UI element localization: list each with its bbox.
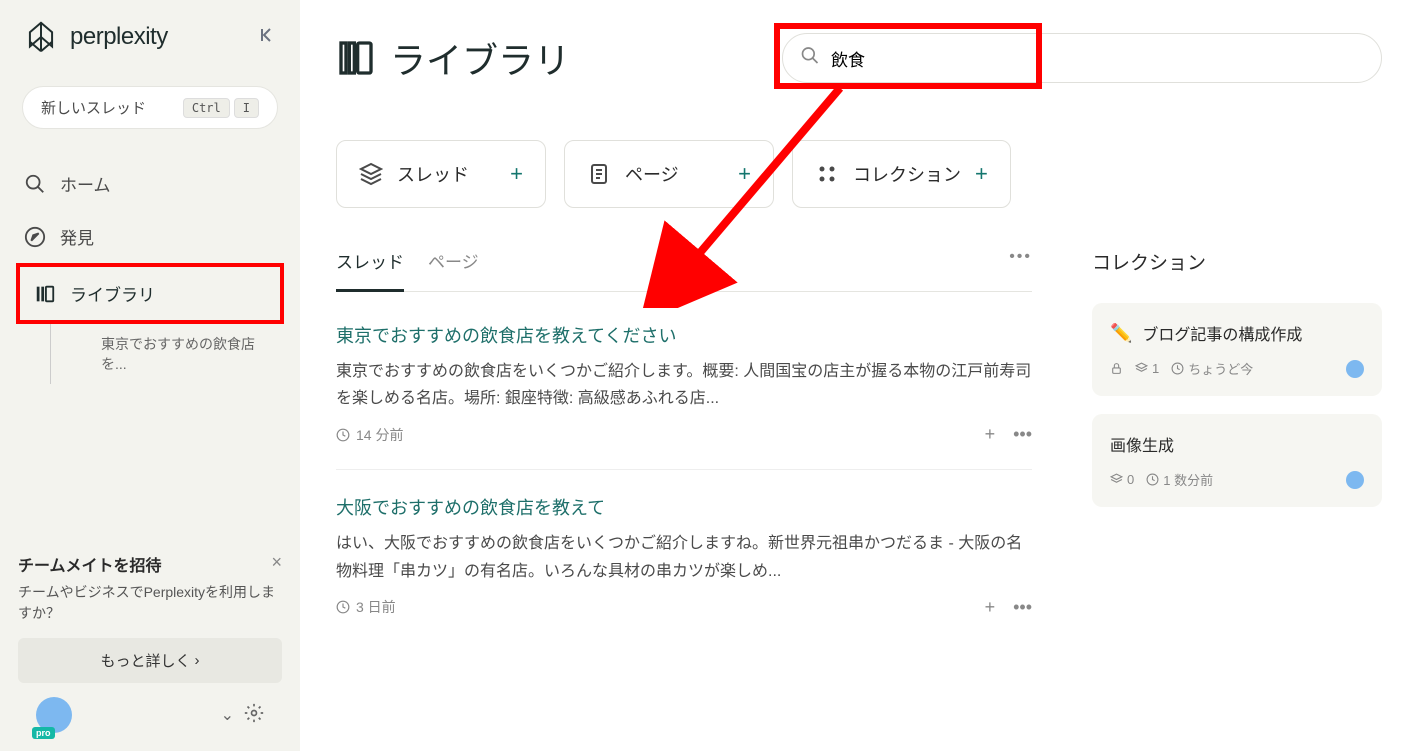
thread-title-link[interactable]: 東京でおすすめの飲食店を教えてください <box>336 322 1032 348</box>
thread-add-button[interactable]: + <box>985 597 996 618</box>
gear-icon[interactable] <box>244 703 264 728</box>
collection-title: 画像生成 <box>1110 432 1174 456</box>
pencil-icon: ✏️ <box>1110 323 1132 344</box>
category-card-collections[interactable]: コレクション + <box>792 140 1011 208</box>
clock-icon <box>1171 362 1184 375</box>
page-title: ライブラリ <box>390 32 570 84</box>
user-name <box>82 707 211 724</box>
collapse-sidebar-button[interactable] <box>258 25 278 50</box>
thread-description: 東京でおすすめの飲食店をいくつかご紹介します。概要: 人間国宝の店主が握る本物の… <box>336 358 1032 412</box>
collection-avatar <box>1346 360 1364 378</box>
new-thread-label: 新しいスレッド <box>41 97 173 118</box>
search-icon <box>800 46 820 71</box>
perplexity-logo-icon <box>22 18 60 56</box>
grid-icon <box>815 162 839 186</box>
collection-time: 1 数分前 <box>1163 470 1213 489</box>
tab-pages[interactable]: ページ <box>428 248 479 291</box>
tab-menu-button[interactable]: ••• <box>1009 248 1032 291</box>
category-card-threads[interactable]: スレッド + <box>336 140 546 208</box>
thread-time: 14 分前 <box>356 425 403 445</box>
library-icon <box>34 283 56 305</box>
layers-icon <box>1110 473 1123 486</box>
clock-icon <box>336 600 350 614</box>
invite-title: チームメイトを招待 <box>18 552 282 576</box>
kbd-i: I <box>234 98 259 118</box>
search-icon <box>24 173 46 195</box>
nav-home-label: ホーム <box>60 171 111 196</box>
page-icon <box>587 162 611 186</box>
new-thread-button[interactable]: 新しいスレッド Ctrl I <box>22 86 278 129</box>
learn-more-button[interactable]: もっと詳しく › <box>18 638 282 683</box>
collection-card[interactable]: ✏️ ブログ記事の構成作成 1 ちょうど今 <box>1092 303 1382 396</box>
invite-close-button[interactable]: × <box>271 552 282 573</box>
clock-icon <box>1146 473 1159 486</box>
invite-panel: チームメイトを招待 × チームやビジネスでPerplexityを利用しますか？ <box>18 552 282 624</box>
avatar: pro <box>36 697 72 733</box>
layers-icon <box>359 162 383 186</box>
thread-menu-button[interactable]: ••• <box>1013 597 1032 618</box>
thread-description: はい、大阪でおすすめの飲食店をいくつかご紹介しますね。新世界元祖串かつだるま -… <box>336 530 1032 584</box>
logo[interactable]: perplexity <box>22 18 168 56</box>
thread-add-button[interactable]: + <box>985 424 996 445</box>
clock-icon <box>336 428 350 442</box>
thread-time: 3 日前 <box>356 597 396 617</box>
logo-text: perplexity <box>70 23 168 51</box>
library-page-icon <box>336 38 376 78</box>
compass-icon <box>24 226 46 248</box>
thread-item: 大阪でおすすめの飲食店を教えて はい、大阪でおすすめの飲食店をいくつかご紹介しま… <box>336 494 1032 641</box>
nav-library[interactable]: ライブラリ <box>20 267 280 320</box>
sidebar: perplexity 新しいスレッド Ctrl I ホーム 発見 <box>0 0 300 751</box>
collection-count: 1 <box>1152 361 1159 376</box>
search-input[interactable] <box>782 33 1382 83</box>
tab-threads[interactable]: スレッド <box>336 248 404 292</box>
collection-count: 0 <box>1127 472 1134 487</box>
nav-discover[interactable]: 発見 <box>10 210 290 263</box>
category-card-pages[interactable]: ページ + <box>564 140 774 208</box>
pro-badge: pro <box>32 727 55 739</box>
nav-discover-label: 発見 <box>60 224 94 249</box>
user-section[interactable]: pro ⌄ <box>18 683 282 733</box>
nav-library-label: ライブラリ <box>70 281 155 306</box>
add-thread-button[interactable]: + <box>510 161 523 187</box>
layers-icon <box>1135 362 1148 375</box>
thread-title-link[interactable]: 大阪でおすすめの飲食店を教えて <box>336 494 1032 520</box>
add-collection-button[interactable]: + <box>975 161 988 187</box>
main-content: ライブラリ スレッド + ページ + コレクション + スレッド <box>300 0 1418 751</box>
lock-icon <box>1110 362 1123 375</box>
chevron-down-icon[interactable]: ⌄ <box>221 705 234 725</box>
kbd-ctrl: Ctrl <box>183 98 230 118</box>
thread-item: 東京でおすすめの飲食店を教えてください 東京でおすすめの飲食店をいくつかご紹介し… <box>336 322 1032 470</box>
nav-home[interactable]: ホーム <box>10 157 290 210</box>
thread-menu-button[interactable]: ••• <box>1013 424 1032 445</box>
invite-desc: チームやビジネスでPerplexityを利用しますか？ <box>18 582 282 624</box>
collections-heading: コレクション <box>1092 248 1382 275</box>
collection-card[interactable]: 画像生成 0 1 数分前 <box>1092 414 1382 507</box>
sidebar-recent-thread[interactable]: 東京でおすすめの飲食店を... <box>50 324 290 384</box>
chevron-right-icon: › <box>195 652 200 669</box>
collection-avatar <box>1346 471 1364 489</box>
collection-title: ブログ記事の構成作成 <box>1142 321 1302 345</box>
add-page-button[interactable]: + <box>738 161 751 187</box>
collection-time: ちょうど今 <box>1188 359 1253 378</box>
